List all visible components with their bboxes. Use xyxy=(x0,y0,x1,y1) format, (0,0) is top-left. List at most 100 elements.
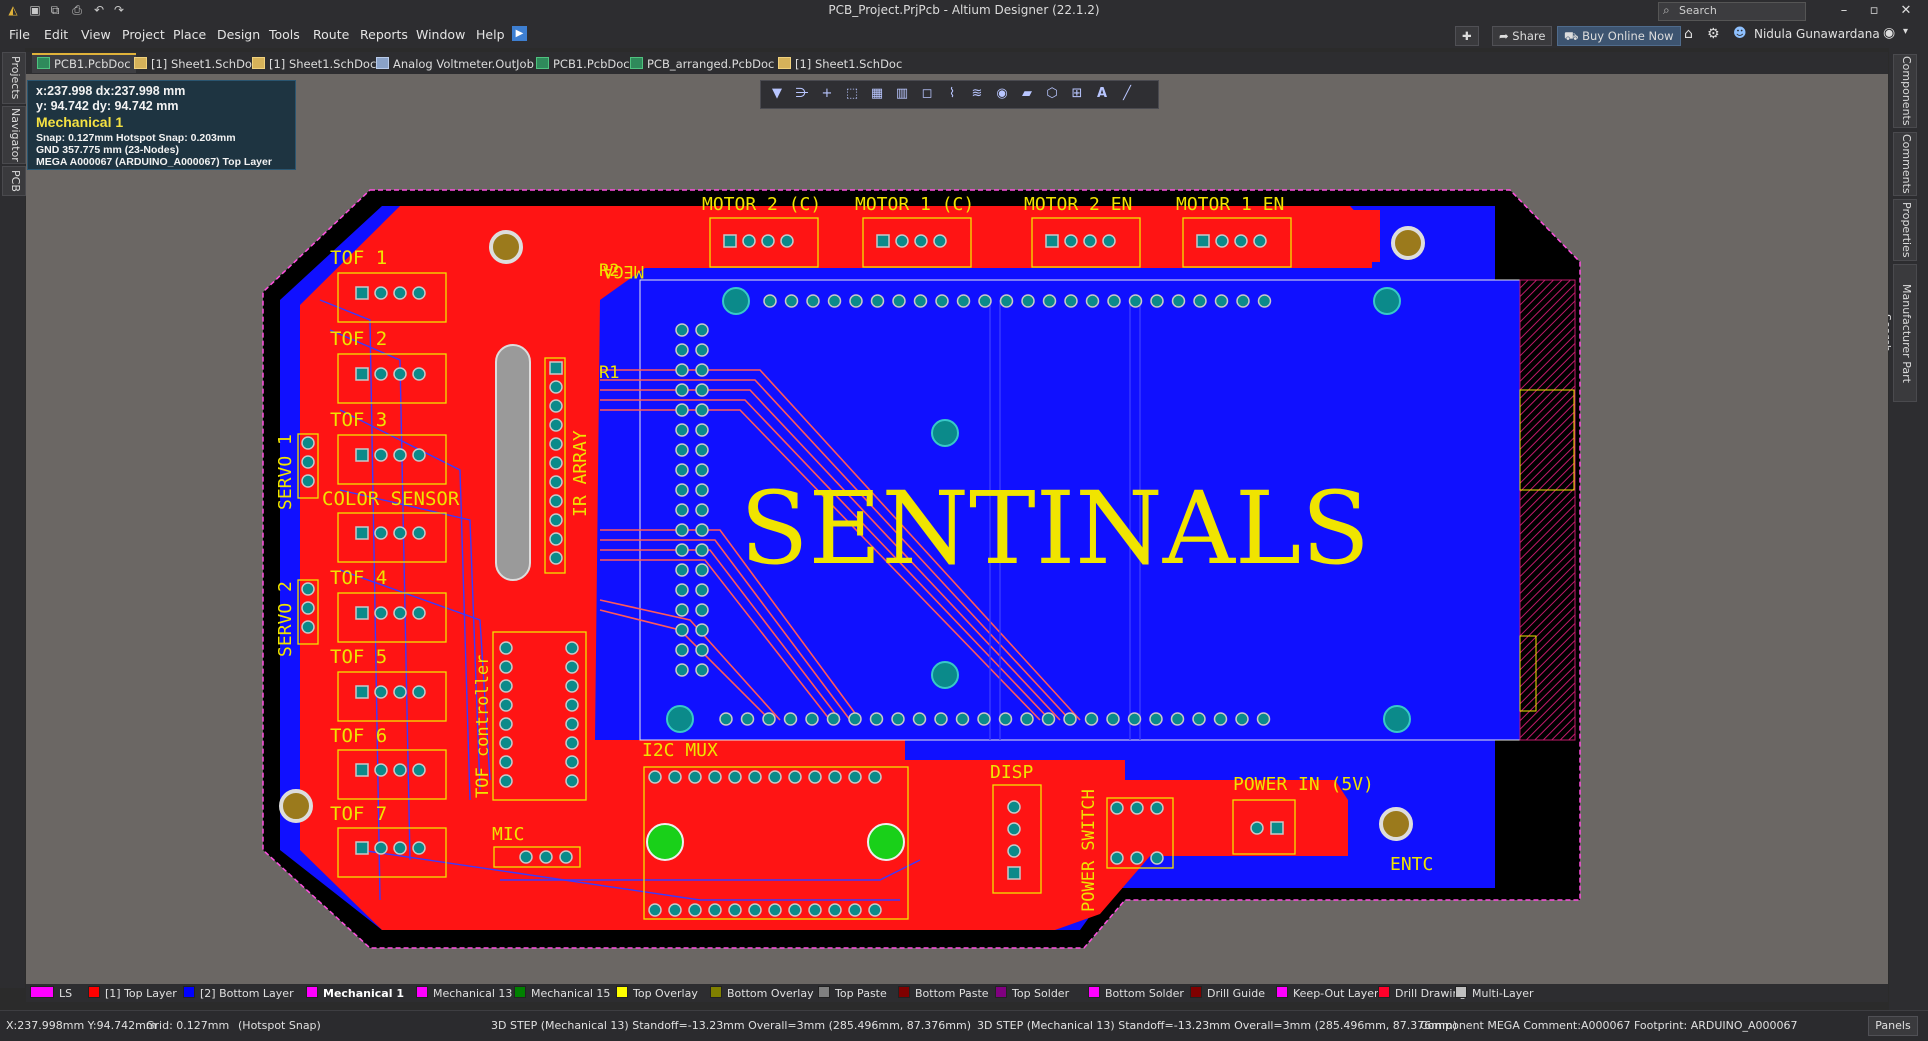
pad xyxy=(1170,712,1185,726)
pad xyxy=(1063,712,1077,726)
tab-sheet1-schdoc[interactable]: [1] Sheet1.SchDoc xyxy=(134,55,258,73)
pad xyxy=(695,343,709,357)
layer-tab[interactable]: Keep-Out Layer xyxy=(1276,986,1379,1000)
tab-pcb-arranged[interactable]: PCB_arranged.PcbDoc xyxy=(630,55,774,73)
layer-tab[interactable]: Top Overlay xyxy=(616,986,698,1000)
layer-tab[interactable]: Bottom Solder xyxy=(1088,986,1184,1000)
pad xyxy=(695,403,709,417)
maximize-button[interactable]: ▫ xyxy=(1860,2,1888,20)
chevron-down-icon[interactable]: ▾ xyxy=(1903,26,1908,37)
notifications-button[interactable]: ✚ xyxy=(1455,26,1479,46)
panel-tab-comments[interactable]: Comments xyxy=(1893,132,1917,196)
menu-edit[interactable]: Edit xyxy=(44,27,68,42)
pad xyxy=(977,712,991,726)
panel-tab-properties[interactable]: Properties xyxy=(1893,199,1917,261)
component-icon[interactable]: ▦ xyxy=(868,85,886,103)
close-button[interactable]: ✕ xyxy=(1892,2,1920,20)
search-input[interactable]: ⌕ Search xyxy=(1658,2,1806,21)
menu-file[interactable]: File xyxy=(9,27,30,42)
tab-sheet1-schdoc-2[interactable]: [1] Sheet1.SchDoc xyxy=(252,55,376,73)
layer-tab[interactable]: [1] Top Layer xyxy=(88,986,177,1000)
menu-project[interactable]: Project xyxy=(122,27,165,42)
menu-reports[interactable]: Reports xyxy=(360,27,408,42)
menu-view[interactable]: View xyxy=(81,27,111,42)
buy-online-button[interactable]: ⛟ Buy Online Now xyxy=(1557,26,1681,46)
pad xyxy=(355,367,369,381)
layer-tab[interactable]: Drill Guide xyxy=(1190,986,1265,1000)
interactive-route-icon[interactable]: ⌇ xyxy=(943,85,961,103)
layer-tab[interactable]: Mechanical 13 xyxy=(416,986,512,1000)
chart-icon[interactable]: ▥ xyxy=(893,85,911,103)
sch-doc-icon xyxy=(252,57,265,69)
string-icon[interactable]: A xyxy=(1093,85,1111,103)
minimize-button[interactable]: – xyxy=(1830,2,1858,20)
panels-button[interactable]: Panels xyxy=(1868,1016,1918,1036)
pad xyxy=(355,841,369,855)
route-icon[interactable]: ⋺ xyxy=(793,85,811,103)
home-icon[interactable]: ⌂ xyxy=(1684,26,1693,42)
rectangle-icon[interactable]: ◻ xyxy=(918,85,936,103)
menu-design[interactable]: Design xyxy=(217,27,260,42)
polygon-icon[interactable]: ⬡ xyxy=(1043,85,1061,103)
layer-tab[interactable]: Bottom Paste xyxy=(898,986,989,1000)
menu-help[interactable]: Help xyxy=(476,27,505,42)
panel-tab-pcb[interactable]: PCB xyxy=(2,166,26,196)
user-name[interactable]: Nidula Gunawardana xyxy=(1754,27,1880,41)
pcb-board[interactable]: TOF 1 TOF 2 TOF 3 COLOR SENSOR TOF 4 TOF… xyxy=(26,74,1888,984)
layer-tabs: LS [1] Top Layer [2] Bottom Layer Mechanica… xyxy=(26,984,1888,1002)
run-script-icon[interactable]: ▶ xyxy=(512,26,527,41)
layer-tab[interactable]: Top Solder xyxy=(995,986,1069,1000)
menu-place[interactable]: Place xyxy=(173,27,206,42)
tab-pcb1-pcbdoc[interactable]: PCB1.PcbDoc xyxy=(32,53,136,73)
pad xyxy=(374,841,388,855)
layer-tab[interactable]: LS xyxy=(30,986,72,1000)
layer-tab[interactable]: Top Paste xyxy=(818,986,887,1000)
dimension-icon[interactable]: ⊞ xyxy=(1068,85,1086,103)
pad xyxy=(1041,712,1056,726)
label-motor2en: MOTOR 2 EN xyxy=(1024,194,1132,215)
pad xyxy=(374,685,388,699)
account-icon[interactable]: ◉ xyxy=(1883,25,1895,41)
pad xyxy=(761,234,775,248)
menu-route[interactable]: Route xyxy=(313,27,349,42)
layer-tab[interactable]: Mechanical 15 xyxy=(514,986,610,1000)
menu-window[interactable]: Window xyxy=(416,27,465,42)
layer-tab[interactable]: Multi-Layer xyxy=(1455,986,1534,1000)
layer-color-swatch xyxy=(514,986,526,998)
pad xyxy=(1192,712,1206,726)
line-icon[interactable]: ╱ xyxy=(1118,85,1136,103)
label-mic: MIC xyxy=(492,824,525,845)
pad xyxy=(1106,712,1120,726)
share-button[interactable]: ➦ Share xyxy=(1492,26,1553,46)
pad xyxy=(1064,294,1078,308)
label-ir-array: IR ARRAY xyxy=(570,430,591,517)
pad xyxy=(393,286,407,300)
user-icon[interactable]: ☻ xyxy=(1733,26,1747,41)
cross-icon[interactable]: + xyxy=(818,85,836,103)
tab-sheet1-schdoc-3[interactable]: [1] Sheet1.SchDoc xyxy=(778,55,902,73)
panel-tab-manufacturer-part-search[interactable]: Manufacturer Part Search xyxy=(1880,264,1917,402)
layer-color-swatch xyxy=(818,986,830,998)
panel-tab-projects[interactable]: Projects xyxy=(2,52,26,104)
tab-analog-voltmeter-outjob[interactable]: Analog Voltmeter.OutJob xyxy=(376,55,534,73)
layer-tab[interactable]: [2] Bottom Layer xyxy=(183,986,294,1000)
gear-icon[interactable]: ⚙ xyxy=(1707,26,1720,42)
filter-icon[interactable]: ▼ xyxy=(768,85,786,103)
via-icon[interactable]: ◉ xyxy=(993,85,1011,103)
tab-pcb1-pcbdoc-2[interactable]: PCB1.PcbDoc xyxy=(536,55,630,73)
pcb-workspace[interactable]: TOF 1 TOF 2 TOF 3 COLOR SENSOR TOF 4 TOF… xyxy=(26,74,1888,984)
label-tof2: TOF 2 xyxy=(330,328,387,350)
pad xyxy=(1214,294,1229,308)
layer-tab[interactable]: Mechanical 1 xyxy=(306,986,404,1000)
pad xyxy=(695,583,709,597)
layer-tab[interactable]: Bottom Overlay xyxy=(710,986,814,1000)
layer-tab[interactable]: Drill Drawing xyxy=(1378,986,1466,1000)
panel-tab-components[interactable]: Components xyxy=(1893,54,1917,128)
pad xyxy=(412,763,426,777)
select-rect-icon[interactable]: ⬚ xyxy=(843,85,861,103)
panel-tab-navigator[interactable]: Navigator xyxy=(2,106,26,164)
menu-tools[interactable]: Tools xyxy=(269,27,300,42)
pad xyxy=(549,380,563,394)
diff-pair-icon[interactable]: ≋ xyxy=(968,85,986,103)
region-icon[interactable]: ▰ xyxy=(1018,85,1036,103)
